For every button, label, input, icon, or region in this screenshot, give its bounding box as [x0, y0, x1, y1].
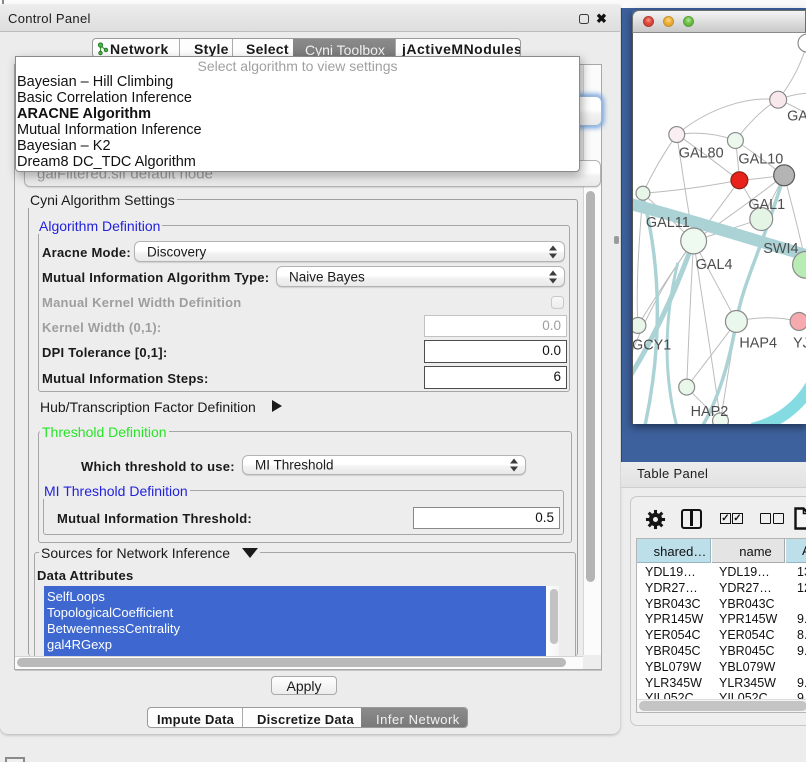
svg-text:YJ: YJ — [793, 335, 806, 351]
svg-text:GAL4: GAL4 — [696, 257, 733, 273]
svg-text:HAP4: HAP4 — [739, 335, 777, 351]
svg-text:GCY1: GCY1 — [632, 337, 671, 353]
svg-text:GAL80: GAL80 — [679, 145, 724, 161]
svg-text:GAL1: GAL1 — [748, 197, 785, 213]
svg-text:SWI4: SWI4 — [763, 241, 798, 257]
svg-text:HAP2: HAP2 — [691, 404, 729, 420]
svg-text:GAL7: GAL7 — [787, 109, 806, 125]
svg-text:GAL10: GAL10 — [738, 151, 783, 167]
svg-text:GAL11: GAL11 — [646, 215, 690, 231]
